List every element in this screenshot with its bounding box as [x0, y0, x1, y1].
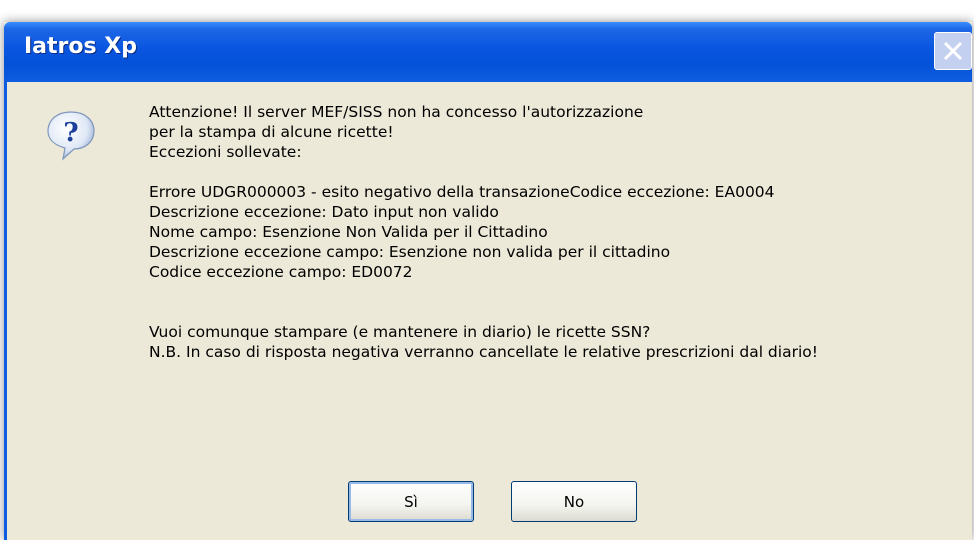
question-line: Vuoi comunque stampare (e mantenere in d…: [149, 323, 651, 341]
message-text: Attenzione! Il server MEF/SISS non ha co…: [149, 102, 969, 362]
yes-button[interactable]: Sì: [348, 481, 474, 522]
window-title: Iatros Xp: [24, 34, 137, 59]
error-line: Codice eccezione campo: ED0072: [149, 263, 413, 281]
dialog-window: Iatros Xp ? Attenzione! Il server MEF/SI…: [4, 22, 972, 540]
no-button[interactable]: No: [511, 481, 637, 522]
error-line: Nome campo: Esenzione Non Valida per il …: [149, 223, 548, 241]
error-line: Descrizione eccezione campo: Esenzione n…: [149, 243, 671, 261]
message-line: per la stampa di alcune ricette!: [149, 123, 394, 141]
close-icon: [943, 41, 963, 61]
error-line: Descrizione eccezione: Dato input non va…: [149, 203, 499, 221]
svg-text:?: ?: [63, 118, 78, 148]
error-line: Errore UDGR000003 - esito negativo della…: [149, 183, 775, 201]
question-icon: ?: [47, 111, 95, 161]
message-line: Attenzione! Il server MEF/SISS non ha co…: [149, 103, 644, 121]
close-button[interactable]: [934, 32, 972, 70]
dialog-body: ? Attenzione! Il server MEF/SISS non ha …: [4, 82, 972, 540]
title-bar[interactable]: Iatros Xp: [4, 22, 972, 82]
question-line: N.B. In caso di risposta negativa verran…: [149, 343, 818, 361]
message-line: Eccezioni sollevate:: [149, 143, 302, 161]
